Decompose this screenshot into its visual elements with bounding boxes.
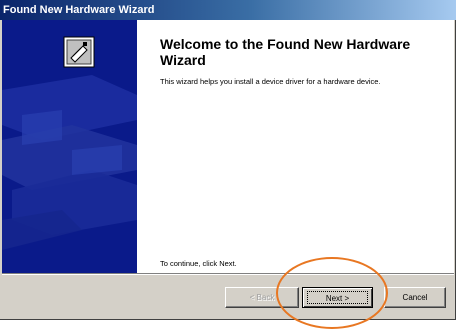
- button-separator: [2, 273, 454, 275]
- wizard-window: Found New Hardware Wizard Welcome to the…: [0, 0, 456, 320]
- back-button[interactable]: < Back: [225, 287, 299, 308]
- wizard-banner: [2, 20, 137, 273]
- cancel-button[interactable]: Cancel: [384, 287, 446, 308]
- wizard-heading: Welcome to the Found New Hardware Wizard: [160, 36, 411, 68]
- wizard-content: Welcome to the Found New Hardware Wizard…: [2, 20, 454, 273]
- wizard-description: This wizard helps you install a device d…: [160, 77, 381, 86]
- hardware-card-icon: [63, 36, 95, 68]
- next-button[interactable]: Next >: [302, 287, 373, 308]
- next-button-label: Next >: [307, 291, 368, 304]
- window-title-bar[interactable]: Found New Hardware Wizard: [0, 0, 456, 20]
- window-title: Found New Hardware Wizard: [3, 4, 155, 16]
- continue-hint: To continue, click Next.: [160, 259, 237, 268]
